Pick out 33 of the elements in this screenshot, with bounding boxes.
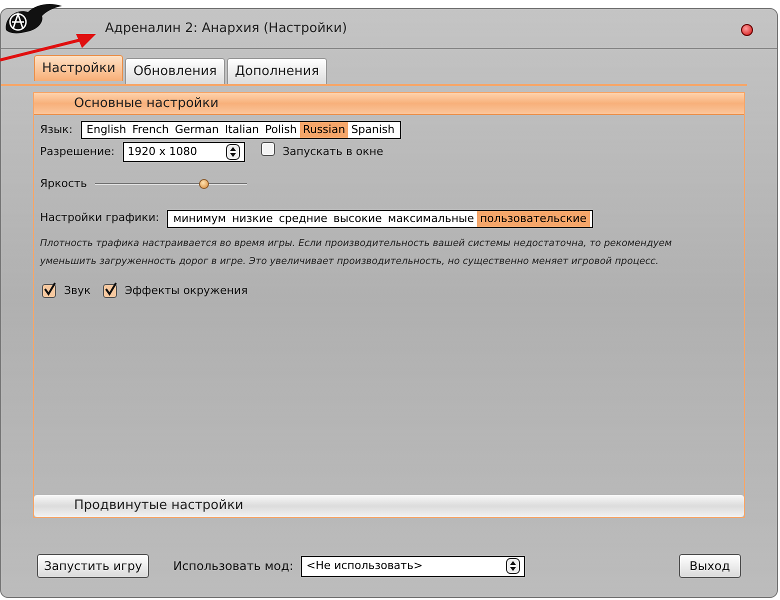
mod-select[interactable]: <Не использовать> bbox=[301, 556, 526, 576]
option[interactable]: French bbox=[129, 122, 172, 138]
option[interactable]: минимум bbox=[170, 210, 230, 226]
option[interactable]: пользовательские bbox=[476, 210, 590, 226]
info-text: уменьшить загруженность дорог в игре. Это увеличивает производительность, но существенно меняет игровой процесс. bbox=[40, 254, 660, 269]
tab[interactable]: Обновления bbox=[125, 58, 225, 84]
resolution-label: Разрешение: bbox=[40, 144, 115, 160]
language-label: Язык: bbox=[40, 122, 73, 138]
section-header[interactable]: Основные настройки bbox=[34, 93, 744, 115]
option[interactable]: Russian bbox=[300, 122, 348, 138]
checkbox-label: Эффекты окружения bbox=[124, 283, 248, 299]
option[interactable]: Spanish bbox=[348, 122, 398, 138]
info-text: Плотность трафика настраивается во время игры. Если производительность вашей системы недостаточна, то рекомендуем bbox=[40, 236, 673, 250]
option[interactable]: высокие bbox=[330, 210, 385, 226]
graphics-label: Настройки графики: bbox=[40, 210, 160, 226]
option[interactable]: German bbox=[172, 122, 222, 138]
window-title: Адреналин 2: Анархия (Настройки) bbox=[105, 20, 348, 38]
resolution-select[interactable]: 1920 x 1080 bbox=[122, 142, 245, 162]
option[interactable]: средние bbox=[276, 210, 330, 226]
launch-button[interactable]: Запустить игру bbox=[37, 554, 150, 578]
exit-button[interactable]: Выход bbox=[678, 554, 741, 578]
mod-label: Использовать мод: bbox=[173, 558, 294, 575]
option[interactable]: Polish bbox=[262, 122, 300, 138]
option[interactable]: максимальные bbox=[384, 210, 477, 226]
option[interactable]: English bbox=[84, 122, 130, 138]
option[interactable]: Italian bbox=[222, 122, 262, 138]
section-header[interactable]: Продвинутые настройки bbox=[34, 495, 744, 517]
tab[interactable]: Дополнения bbox=[226, 58, 328, 84]
option[interactable]: низкие bbox=[229, 210, 276, 226]
checkbox-label: Звук bbox=[64, 283, 91, 299]
tab[interactable]: Настройки bbox=[34, 55, 124, 81]
brightness-label: Яркость bbox=[40, 176, 87, 192]
windowed-label: Запускать в окне bbox=[282, 144, 384, 160]
